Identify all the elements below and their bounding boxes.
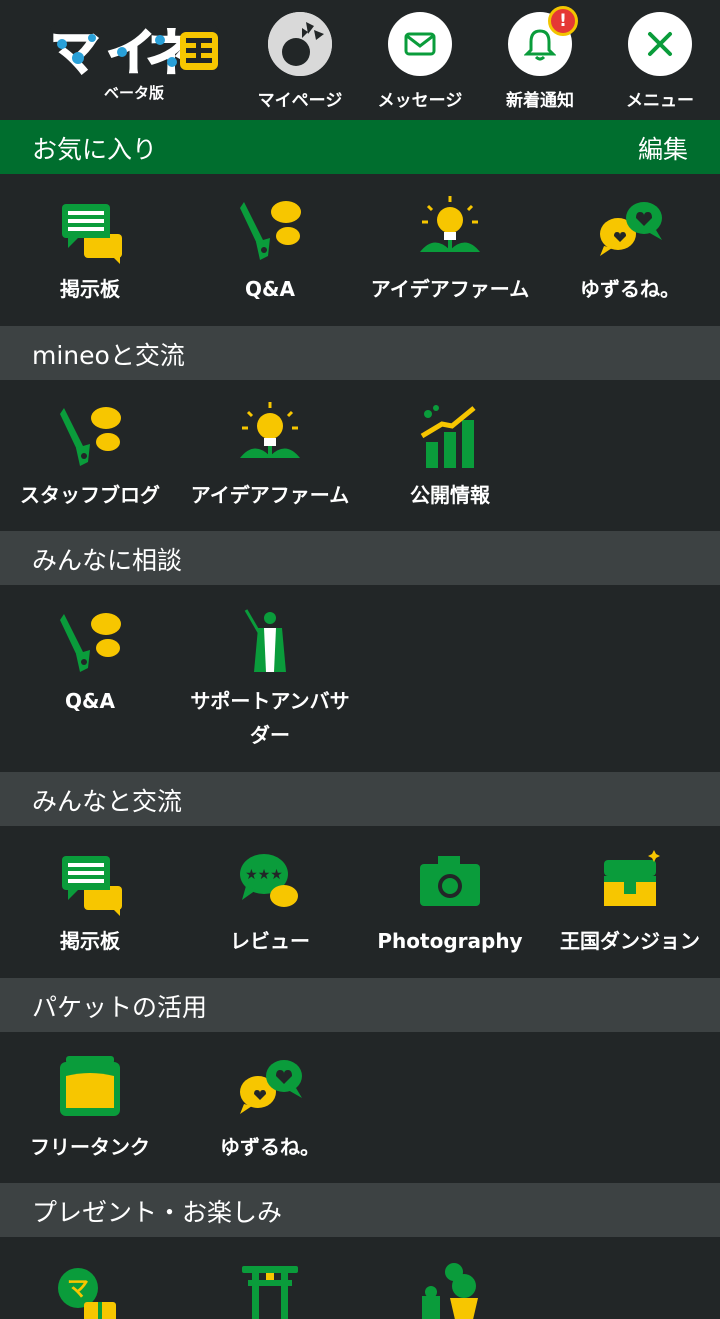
bell-icon [524,29,556,61]
item-kingdom-dungeon[interactable]: 王国ダンジョン [540,846,720,976]
tile-label: 掲示板 [60,929,120,953]
app-header: マ イ ネ ベータ版 マイページ メッセージ ! 新着通知 メニュー [0,0,720,120]
message-label: メッセージ [377,91,463,111]
tile-label: ゆずるね。 [220,1135,320,1159]
section-header: プレゼント・お楽しみ [0,1183,720,1237]
tile-label: Q&A [65,689,115,713]
treasure-chest-icon [594,846,666,918]
message-button[interactable]: メッセージ [365,12,475,112]
chart-growth-icon [414,400,486,472]
avatar [268,12,332,76]
tile-label: スタッフブログ [20,483,160,507]
tile-label: フリータンク [30,1135,150,1159]
item-present[interactable] [0,1258,180,1319]
menu-button[interactable]: メニュー [605,12,715,112]
favorites-title: お気に入り [32,135,158,164]
torii-icon [234,1258,306,1319]
heart-bubble-icon [234,1052,306,1124]
item-support-ambassador[interactable]: サポートアンバサダー [180,606,360,756]
mypage-label: マイページ [257,91,343,111]
close-icon [648,32,672,56]
item-idea-farm[interactable]: アイデアファーム [180,400,360,530]
cactus-icon [414,1258,486,1319]
item-staff-blog[interactable]: スタッフブログ [0,400,180,530]
fav-item-yuzurune[interactable]: ゆずるね。 [540,194,720,324]
qa-pen-icon [54,400,126,472]
section-title: プレゼント・お楽しみ [32,1198,283,1227]
tile-label: レビュー [230,929,310,953]
heart-bubble-icon [594,194,666,266]
section-title: みんなと交流 [32,787,183,816]
tile-label: アイデアファーム [190,483,350,507]
section-header: みんなに相談 [0,531,720,585]
tile-label: Photography [377,929,523,953]
section-header: みんなと交流 [0,772,720,826]
lightbulb-icon [414,194,486,266]
item-shrine[interactable] [180,1258,360,1319]
mail-icon [404,32,436,56]
fav-item-board[interactable]: 掲示板 [0,194,180,324]
edit-button[interactable]: 編集 [638,130,688,166]
mineo-king-logo[interactable]: マ イ ネ [48,18,220,80]
item-board[interactable]: 掲示板 [0,846,180,976]
tank-icon [54,1052,126,1124]
qa-pen-icon [234,194,306,266]
board-icon [54,194,126,266]
ambassador-icon [234,606,306,678]
camera-icon [414,846,486,918]
section-header: パケットの活用 [0,978,720,1032]
lightbulb-icon [234,400,306,472]
tile-label: アイデアファーム [370,277,530,301]
notification-button[interactable]: ! 新着通知 [485,6,595,112]
favorites-bar: お気に入り 編集 [0,120,720,174]
fav-item-qa[interactable]: Q&A [180,194,360,324]
tile-label: ゆずるね。 [580,277,680,301]
item-photography[interactable]: Photography [360,846,540,976]
item-garden[interactable] [360,1258,540,1319]
gift-coin-icon [54,1258,126,1319]
mypage-button[interactable]: マイページ [245,12,355,112]
svg-text:マ: マ [50,24,100,80]
menu-label: メニュー [626,91,694,111]
item-qa[interactable]: Q&A [0,606,180,736]
item-free-tank[interactable]: フリータンク [0,1052,180,1182]
item-review[interactable]: レビュー [180,846,360,976]
item-public-info[interactable]: 公開情報 [360,400,540,530]
section-title: みんなに相談 [32,546,183,575]
notification-badge: ! [548,6,578,36]
tile-label: 公開情報 [410,483,490,507]
qa-pen-icon [54,606,126,678]
tile-label: 掲示板 [60,277,120,301]
item-yuzurune[interactable]: ゆずるね。 [180,1052,360,1182]
tile-label: Q&A [245,277,295,301]
notify-label: 新着通知 [506,91,574,111]
tile-label: サポートアンバサダー [190,689,350,747]
fav-item-idea-farm[interactable]: アイデアファーム [360,194,540,324]
tile-label: 王国ダンジョン [560,929,700,953]
section-header: mineoと交流 [0,326,720,380]
board-icon [54,846,126,918]
beta-label: ベータ版 [104,84,165,102]
section-title: mineoと交流 [32,341,185,370]
section-title: パケットの活用 [32,993,208,1022]
review-bubble-icon [234,846,306,918]
